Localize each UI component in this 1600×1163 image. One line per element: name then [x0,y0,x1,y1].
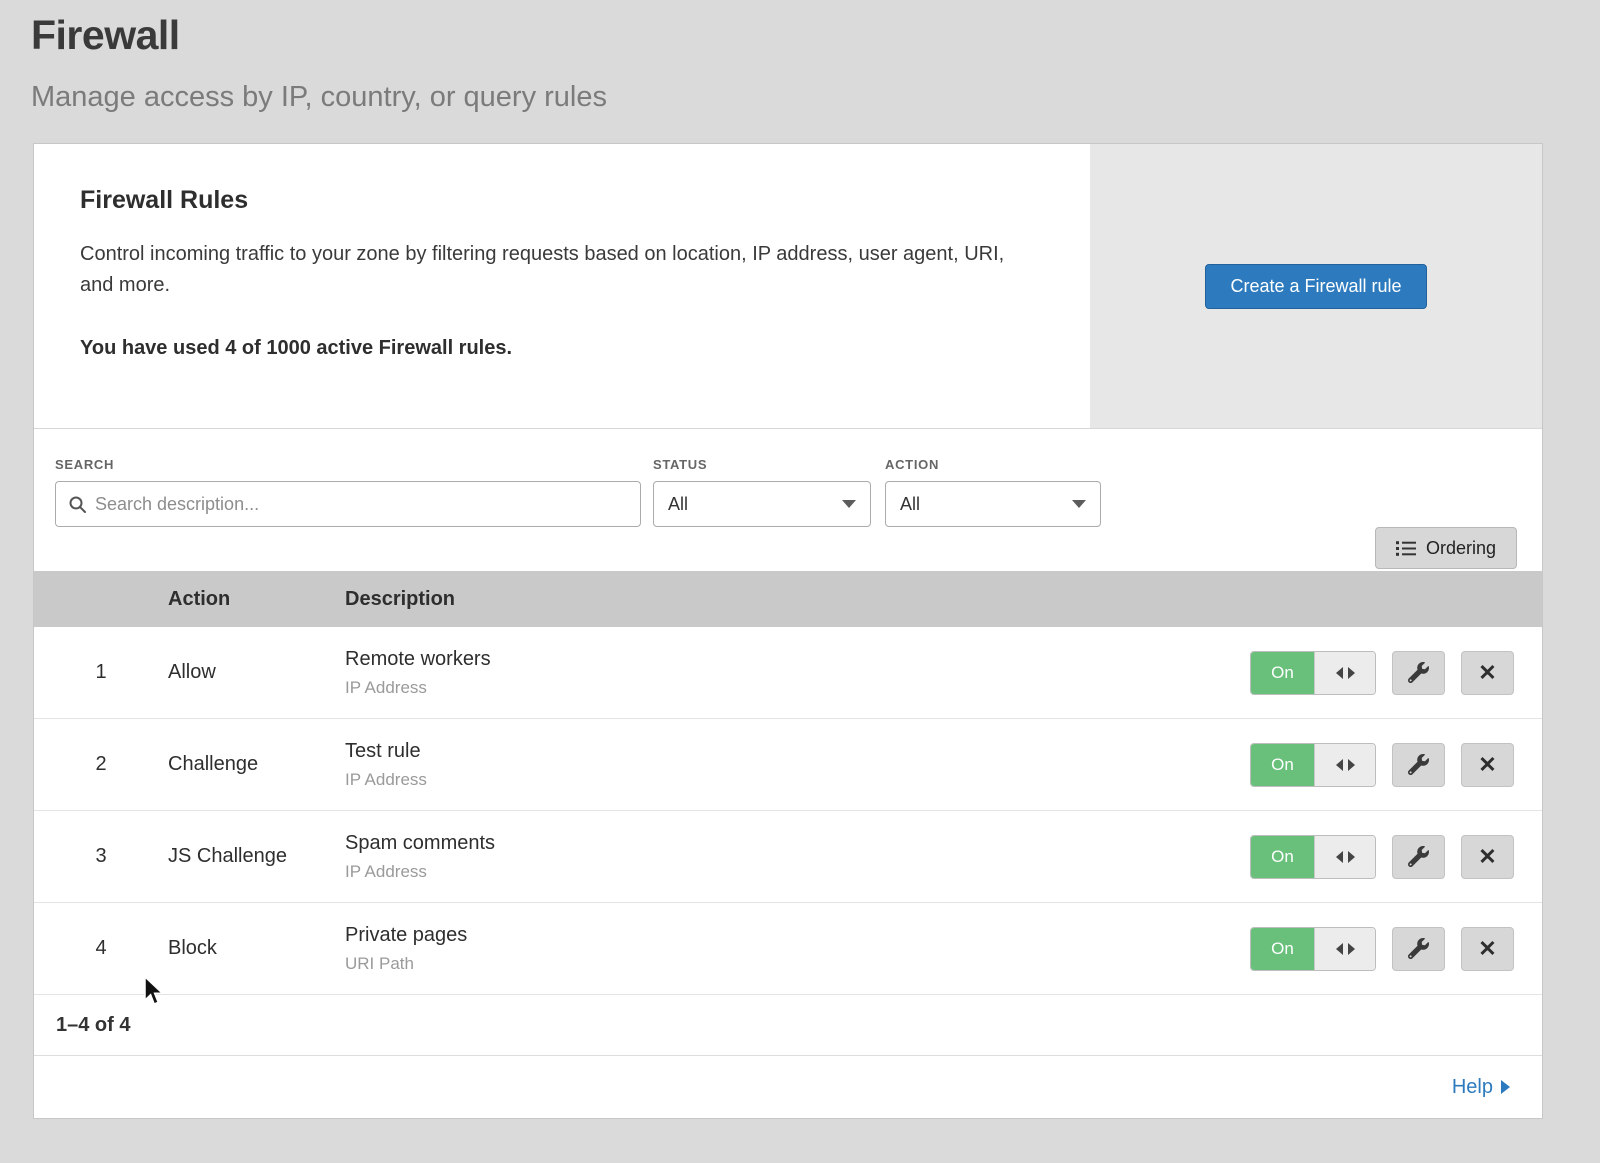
chevron-down-icon [1072,500,1086,508]
rule-number: 2 [34,753,168,776]
card-description: Control incoming traffic to your zone by… [80,239,1030,301]
close-icon: ✕ [1478,846,1496,868]
rule-match-type: IP Address [345,862,1250,882]
table-header-action: Action [168,588,345,611]
delete-rule-button[interactable]: ✕ [1461,927,1514,971]
action-select-value: All [900,494,920,515]
rule-enabled-toggle[interactable]: On [1250,927,1376,971]
rule-match-type: URI Path [345,954,1250,974]
rule-description-cell: Remote workers IP Address [345,648,1250,698]
search-label: SEARCH [55,457,641,472]
action-select[interactable]: All [885,481,1101,527]
rule-enabled-toggle[interactable]: On [1250,743,1376,787]
table-row: 3 JS Challenge Spam comments IP Address … [34,811,1542,903]
rule-controls: On ✕ [1250,651,1542,695]
table-header-description: Description [345,588,1542,611]
edit-rule-button[interactable] [1392,743,1445,787]
banner-action-area: Create a Firewall rule [1090,144,1542,428]
rule-description: Spam comments [345,832,1250,855]
card-footer: Help [34,1056,1542,1118]
toggle-on-label: On [1251,836,1314,878]
filters-bar: SEARCH STATUS All ACTION [34,429,1542,571]
rule-description: Remote workers [345,648,1250,671]
edit-rule-button[interactable] [1392,651,1445,695]
rule-enabled-toggle[interactable]: On [1250,651,1376,695]
create-firewall-rule-button[interactable]: Create a Firewall rule [1205,264,1426,309]
rule-number: 1 [34,661,168,684]
delete-rule-button[interactable]: ✕ [1461,743,1514,787]
toggle-on-label: On [1251,652,1314,694]
toggle-on-label: On [1251,928,1314,970]
wrench-icon [1408,662,1429,683]
status-filter: STATUS All [641,457,871,527]
rule-description: Test rule [345,740,1250,763]
rule-description-cell: Test rule IP Address [345,740,1250,790]
ordering-button[interactable]: Ordering [1375,527,1517,569]
rule-description-cell: Spam comments IP Address [345,832,1250,882]
search-input[interactable] [95,494,628,515]
status-select-value: All [668,494,688,515]
rule-controls: On ✕ [1250,835,1542,879]
rule-enabled-toggle[interactable]: On [1250,835,1376,879]
help-link-label: Help [1452,1076,1493,1099]
action-label: ACTION [885,457,1101,472]
card-banner: Firewall Rules Control incoming traffic … [34,144,1542,429]
chevron-down-icon [842,500,856,508]
usage-text: You have used 4 of 1000 active Firewall … [80,337,1030,360]
rule-action: Block [168,937,345,960]
wrench-icon [1408,754,1429,775]
page-title: Firewall [0,0,1600,59]
search-filter: SEARCH [55,457,641,527]
firewall-page: Firewall Manage access by IP, country, o… [0,0,1600,1163]
pagination-status: 1–4 of 4 [34,995,1542,1056]
rule-action: JS Challenge [168,845,345,868]
help-link[interactable]: Help [1452,1076,1510,1099]
banner-text-area: Firewall Rules Control incoming traffic … [34,144,1090,428]
table-header: Action Description [34,571,1542,627]
rule-description: Private pages [345,924,1250,947]
rule-match-type: IP Address [345,678,1250,698]
wrench-icon [1408,938,1429,959]
edit-rule-button[interactable] [1392,835,1445,879]
card-heading: Firewall Rules [80,186,1030,215]
toggle-on-label: On [1251,744,1314,786]
toggle-arrows-icon [1314,652,1375,694]
ordered-list-icon [1396,540,1416,557]
toggle-arrows-icon [1314,744,1375,786]
toggle-arrows-icon [1314,928,1375,970]
ordering-button-label: Ordering [1426,538,1496,559]
status-select[interactable]: All [653,481,871,527]
edit-rule-button[interactable] [1392,927,1445,971]
rule-controls: On ✕ [1250,743,1542,787]
table-row: 4 Block Private pages URI Path On ✕ [34,903,1542,995]
rule-number: 4 [34,937,168,960]
rule-action: Allow [168,661,345,684]
firewall-rules-card: Firewall Rules Control incoming traffic … [33,143,1543,1119]
toggle-arrows-icon [1314,836,1375,878]
search-input-wrapper [55,481,641,527]
delete-rule-button[interactable]: ✕ [1461,651,1514,695]
help-arrow-icon [1501,1080,1510,1094]
page-subtitle: Manage access by IP, country, or query r… [0,59,1600,114]
action-filter: ACTION All [871,457,1101,527]
rule-controls: On ✕ [1250,927,1542,971]
close-icon: ✕ [1478,938,1496,960]
search-icon [68,495,87,514]
status-label: STATUS [653,457,871,472]
delete-rule-button[interactable]: ✕ [1461,835,1514,879]
table-row: 1 Allow Remote workers IP Address On ✕ [34,627,1542,719]
close-icon: ✕ [1478,754,1496,776]
wrench-icon [1408,846,1429,867]
rule-number: 3 [34,845,168,868]
rule-action: Challenge [168,753,345,776]
close-icon: ✕ [1478,662,1496,684]
table-row: 2 Challenge Test rule IP Address On ✕ [34,719,1542,811]
rule-description-cell: Private pages URI Path [345,924,1250,974]
rule-match-type: IP Address [345,770,1250,790]
